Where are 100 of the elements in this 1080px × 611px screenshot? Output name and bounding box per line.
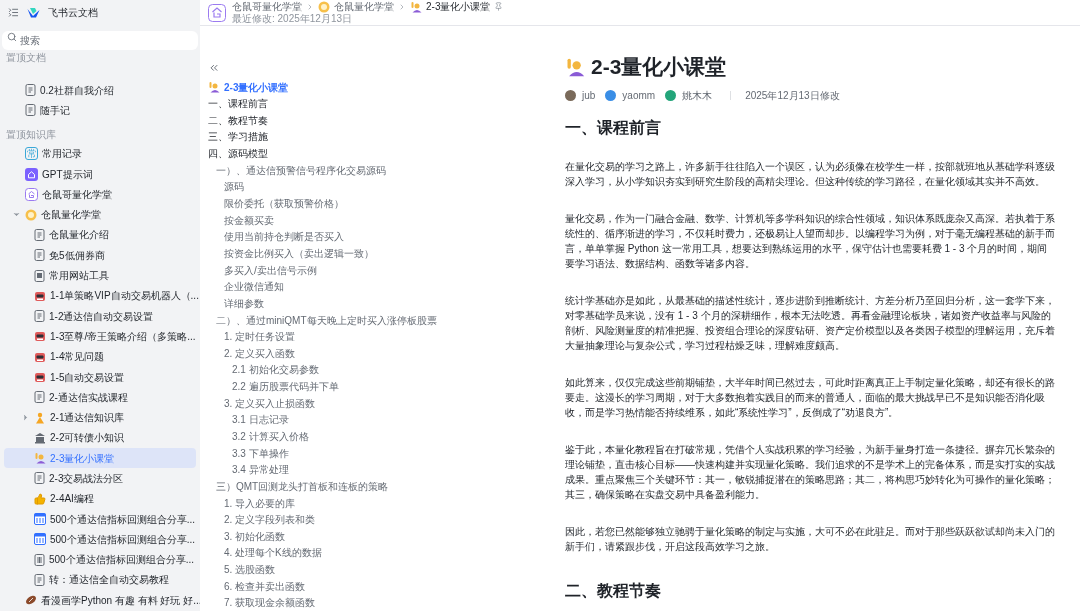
sidebar-item[interactable]: 1-1单策略VIP自动交易机器人（... — [4, 285, 196, 306]
outline-item[interactable]: 多买入/卖出信号示例 — [208, 261, 540, 279]
outline-item[interactable]: 限价委托（获取预警价格） — [208, 195, 540, 212]
outline-item[interactable]: 二、教程节奏 — [208, 112, 540, 129]
outline-item[interactable]: 四、源码模型 — [208, 145, 540, 162]
sidebar-item[interactable]: 500个通达信指标回测组合分享... — [4, 508, 196, 530]
outline-item[interactable]: 按金额买卖 — [208, 211, 540, 229]
outline-item[interactable]: 3. 初始化函数 — [208, 528, 540, 545]
last-modified: 最近修改: 2025年12月13日 — [232, 12, 354, 25]
collapse-sidebar-icon[interactable] — [8, 6, 19, 18]
author-name[interactable]: 姚木木 — [682, 88, 713, 103]
breadcrumb-link[interactable]: 2-3量化小课堂 — [426, 0, 491, 13]
section-heading: 二、教程节奏 — [565, 581, 662, 601]
sidebar-item[interactable]: 转：通达信全自动交易教程 — [4, 569, 196, 591]
paragraph: 因此，若您已然能够独立驰骋于量化策略的制定与实施，大可不必在此驻足。而对于那些跃跃欲试却尚未入门的新手们，请紧跟步伐，开启这段高效学习之旅。 — [565, 525, 1055, 554]
paragraph: 在量化交易的学习之路上，许多新手往往陷入一个误区，认为必须像在校学生一样，按部就班地从基础学科逐级深入学习，从小学知识夯实到研究生阶段的高精尖理论。但这种传统的学习路径，在量化领域其实并不高效。 — [565, 160, 1055, 189]
outline-item[interactable]: 一）、通达信预警信号程序化交易源码 — [208, 161, 540, 179]
document-icon — [34, 310, 45, 323]
sidebar-item[interactable]: 1-2通达信自动交易设置 — [4, 305, 196, 327]
sidebar-item[interactable]: 1-3至尊/帝王策略介绍（多策略... — [4, 326, 196, 347]
document-icon — [25, 84, 36, 97]
breadcrumb-link[interactable]: 仓鼠哥量化学堂 — [232, 0, 302, 13]
outline-item[interactable]: 2. 定义字段列表和类 — [208, 511, 540, 529]
breadcrumb-link[interactable]: 仓鼠量化学堂 — [334, 0, 394, 13]
outline-item[interactable]: 二）、通过miniQMT每天晚上定时买入涨停板股票 — [208, 311, 540, 329]
sidebar-item[interactable]: 2-4AI编程 — [4, 488, 196, 509]
table-icon — [34, 513, 46, 526]
knowledge-base-logo-icon — [208, 3, 226, 22]
sidebar-item[interactable]: 500个通达信指标回测组合分享... — [4, 549, 196, 570]
outline-item[interactable]: 2-3量化小课堂 — [208, 78, 540, 96]
raised-hand-figure-icon — [34, 452, 46, 465]
separator-icon — [398, 2, 406, 11]
author-name[interactable]: yaomm — [622, 88, 656, 103]
outline-item[interactable]: 使用当前持仓判断是否买入 — [208, 228, 540, 246]
sidebar-item[interactable]: 常用网站工具 — [4, 265, 196, 286]
robot-icon — [34, 330, 46, 343]
outline-item[interactable]: 详细参数 — [208, 295, 540, 312]
sidebar-item[interactable]: 2-3量化小课堂 — [4, 448, 196, 469]
section-heading: 一、课程前言 — [565, 118, 662, 138]
caret-icon[interactable] — [21, 413, 30, 423]
sidebar-item[interactable]: 仓鼠量化学堂 — [4, 204, 196, 225]
sidebar-item[interactable]: 免5低佣券商 — [4, 245, 196, 266]
collapse-outline-icon[interactable] — [208, 62, 220, 74]
outline-item[interactable]: 1. 定时任务设置 — [208, 328, 540, 345]
outline-item[interactable]: 源码 — [208, 178, 540, 196]
outline-item[interactable]: 2. 定义买入函数 — [208, 345, 540, 362]
document-title: 2-3量化小课堂 — [591, 54, 727, 80]
app-logo-icon — [27, 6, 40, 18]
sidebar-item[interactable]: 1-4常见问题 — [4, 346, 196, 367]
outline-item[interactable]: 1. 导入必要的库 — [208, 494, 540, 512]
paragraph: 统计学基础亦是如此，从最基础的描述性统计，逐步进阶到推断统计、方差分析乃至回归分析，这一套学下来，对零基础学员来说，没有 1 - 3 个月的深耕细作，根本无法吃透。再看金融理论板块，诸如资产收益率与风险的剖析、风险测量度的精准把握、投资组合理论的深度钻研、资产定价模型以及各类因子模型的理解运用，充斥着大量抽象理论与复杂公式，学习过程枯燥乏味，理解难度颇高。 — [565, 294, 1055, 353]
grid-icon — [34, 269, 45, 282]
document-icon — [25, 104, 36, 117]
outline-item[interactable]: 3.3 下单操作 — [208, 444, 540, 462]
raised-hand-figure-icon — [410, 0, 422, 13]
outline-item[interactable]: 3.2 计算买入价格 — [208, 428, 540, 445]
outline-item[interactable]: 7. 获取现金余额函数 — [208, 594, 540, 611]
outline-item[interactable]: 3.4 异常处理 — [208, 461, 540, 479]
table-icon — [34, 533, 46, 546]
sidebar-item[interactable]: GPT提示词 — [4, 163, 196, 185]
modified-date: 2025年12月13日修改 — [745, 89, 840, 103]
pin-icon[interactable] — [494, 2, 504, 11]
sidebar-item[interactable]: 2-2可转债小知识 — [4, 427, 196, 449]
document-icon — [34, 391, 45, 404]
sidebar-item[interactable]: 随手记 — [4, 100, 196, 121]
raised-hand-figure-icon — [565, 57, 585, 77]
sidebar-item[interactable]: 500个通达信指标回测组合分享... — [4, 529, 196, 550]
outline-item[interactable]: 5. 选股函数 — [208, 561, 540, 578]
outline-item[interactable]: 三）QMT回测龙头打首板和连板的策略 — [208, 478, 540, 495]
sidebar-item[interactable]: 0.2社群自我介绍 — [4, 80, 196, 101]
author-name[interactable]: jub — [582, 88, 596, 103]
sidebar-item[interactable]: 2-通达信实战课程 — [4, 387, 196, 408]
sidebar-item[interactable]: 常 常用记录 — [4, 143, 196, 164]
outline-item[interactable]: 2.1 初始化交易参数 — [208, 361, 540, 379]
outline-item[interactable]: 3. 定义买入止损函数 — [208, 394, 540, 412]
outline-item[interactable]: 企业微信通知 — [208, 278, 540, 296]
sidebar-item[interactable]: 1-5自动交易设置 — [4, 366, 196, 388]
sidebar-item[interactable]: 2-3交易战法分区 — [4, 468, 196, 489]
sheet-icon — [34, 553, 45, 566]
outline-item[interactable]: 2.2 遍历股票代码并下单 — [208, 378, 540, 395]
robot-icon — [34, 371, 46, 383]
outline-item[interactable]: 一、课程前言 — [208, 95, 540, 112]
record-logo-icon: 常 — [25, 147, 38, 161]
home-icon — [25, 167, 38, 181]
outline-item[interactable]: 4. 处理每个K线的数据 — [208, 544, 540, 562]
document-icon — [34, 573, 45, 586]
figure-icon — [34, 411, 46, 424]
outline-item[interactable]: 3.1 日志记录 — [208, 411, 540, 429]
sidebar-item[interactable]: 仓鼠量化介绍 — [4, 224, 196, 246]
outline-item[interactable]: 6. 检查并卖出函数 — [208, 577, 540, 595]
sidebar-item[interactable]: 2-1通达信知识库 — [4, 407, 196, 428]
paragraph: 量化交易，作为一门融合金融、数学、计算机等多学科知识的综合性领域，知识体系既庞杂又高深。若执着于系统性的、循序渐进的学习，不仅耗时费力，还极易让人望而却步。以编程学习为例，对于毫无编程基础的新手而言，单单掌握 Python 这一常用工具，想要达到熟练运用的水平，保守估计也需要耗费 1 - 3 个月的时间，期间要学习语法、数据结构、函数等诸多内容。 — [565, 212, 1055, 271]
document-icon — [34, 228, 45, 241]
medal-icon — [25, 208, 37, 221]
search-field[interactable]: 搜索 — [2, 31, 198, 50]
sidebar-item[interactable]: 仓鼠哥量化学堂 — [4, 184, 196, 205]
outline-item[interactable]: 按资金比例买入（卖出逻辑一致） — [208, 245, 540, 262]
search-icon — [7, 31, 17, 42]
document-icon — [34, 472, 45, 485]
outline-item[interactable]: 三、学习措施 — [208, 128, 540, 146]
